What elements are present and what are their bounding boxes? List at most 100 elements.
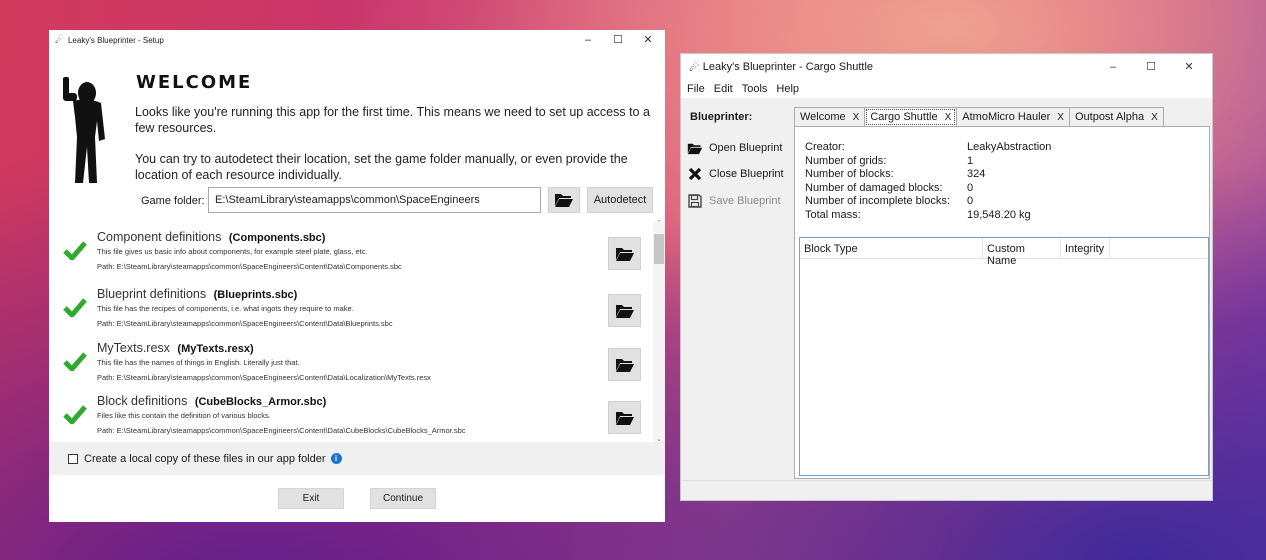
setup-window-title: Leaky's Blueprinter - Setup: [67, 35, 164, 45]
property-key: Creator:: [805, 141, 845, 153]
property-value: LeakyAbstraction: [967, 141, 1052, 153]
blueprinter-window-controls: – ☐ ✕: [1094, 57, 1208, 77]
scroll-up-arrow-icon[interactable]: ⌃: [653, 219, 665, 227]
resource-description: This file gives us basic info about comp…: [97, 247, 368, 256]
property-row: Number of incomplete blocks: 0: [805, 195, 1051, 209]
tab-outpost-alpha[interactable]: Outpost Alpha X: [1068, 107, 1164, 127]
folder-open-icon: [615, 304, 634, 318]
close-button[interactable]: ✕: [1170, 57, 1208, 77]
intro-text-2: You can try to autodetect their location…: [135, 152, 628, 182]
tab-welcome[interactable]: Welcome X: [794, 107, 866, 127]
checkmark-icon: [63, 352, 87, 371]
exit-button[interactable]: Exit: [278, 488, 344, 509]
tab-close-icon[interactable]: X: [1151, 112, 1158, 123]
blueprinter-window-title: Leaky's Blueprinter - Cargo Shuttle: [702, 61, 874, 73]
blueprint-properties: Creator: LeakyAbstraction Number of grids…: [805, 141, 1051, 222]
resource-description: This file has the names of things in Eng…: [97, 358, 300, 367]
info-icon[interactable]: i: [330, 453, 342, 464]
maximize-button[interactable]: ☐: [603, 30, 633, 50]
maximize-button[interactable]: ☐: [1132, 57, 1170, 77]
resource-description: This file has the recipes of components,…: [97, 304, 354, 313]
menu-tools[interactable]: Tools: [742, 83, 768, 95]
blueprinter-window: ☄ Leaky's Blueprinter - Cargo Shuttle – …: [680, 53, 1213, 501]
browse-resource-button[interactable]: [608, 401, 641, 434]
checkmark-icon: [63, 298, 87, 317]
browse-resource-button[interactable]: [608, 237, 641, 270]
property-row: Total mass: 19,548.20 kg: [805, 209, 1051, 223]
game-folder-input[interactable]: [208, 187, 541, 213]
astronaut-silhouette-icon: [63, 77, 105, 183]
local-copy-checkbox[interactable]: [68, 453, 78, 464]
column-header-custom-name[interactable]: Custom Name: [983, 238, 1061, 267]
resource-path: Path: E:\SteamLibrary\steamapps\common\S…: [97, 319, 393, 328]
resource-name: Blueprint definitions (Blueprints.sbc): [97, 287, 298, 301]
list-item: MyTexts.resx (MyTexts.resx) This file ha…: [49, 335, 653, 391]
tab-close-icon[interactable]: X: [945, 112, 952, 123]
resource-name: Block definitions (CubeBlocks_Armor.sbc): [97, 394, 327, 408]
status-bar: [681, 480, 1212, 500]
folder-open-icon: [615, 411, 634, 425]
property-key: Number of damaged blocks:: [805, 181, 943, 194]
menu-edit[interactable]: Edit: [714, 83, 733, 95]
column-header-block-type[interactable]: Block Type: [800, 238, 983, 258]
browse-resource-button[interactable]: [608, 294, 641, 327]
resource-name: Component definitions (Components.sbc): [97, 230, 326, 244]
browse-game-folder-button[interactable]: [548, 187, 580, 213]
list-item: Blueprint definitions (Blueprints.sbc) T…: [49, 281, 653, 337]
property-row: Creator: LeakyAbstraction: [805, 141, 1051, 155]
setup-window: ☄ Leaky's Blueprinter - Setup – ☐ ✕ WELC…: [49, 30, 665, 522]
property-value: 0: [967, 195, 974, 207]
tab-atmomicro-hauler[interactable]: AtmoMicro Hauler X: [956, 107, 1070, 127]
block-grid[interactable]: Block Type Custom Name Integrity: [799, 237, 1209, 476]
game-folder-label: Game folder:: [141, 195, 205, 207]
checkmark-icon: [63, 405, 87, 424]
blueprint-tabs: Welcome X Cargo Shuttle X AtmoMicro Hauler…: [794, 107, 1164, 127]
close-button[interactable]: ✕: [633, 30, 663, 50]
save-blueprint-button[interactable]: Save Blueprint: [685, 191, 781, 211]
minimize-button[interactable]: –: [573, 30, 603, 50]
floppy-disk-icon: [687, 193, 703, 209]
resource-description: Files like this contain the definition o…: [97, 411, 271, 420]
blueprint-panel: Creator: LeakyAbstraction Number of grids…: [794, 126, 1210, 479]
column-header-integrity[interactable]: Integrity: [1061, 238, 1110, 258]
folder-open-icon: [687, 140, 703, 156]
scrollbar-thumb[interactable]: [654, 234, 664, 264]
property-key: Number of blocks:: [805, 168, 894, 180]
resource-path: Path: E:\SteamLibrary\steamapps\common\S…: [97, 373, 431, 382]
folder-open-icon: [615, 358, 634, 372]
browse-resource-button[interactable]: [608, 348, 641, 381]
resource-path: Path: E:\SteamLibrary\steamapps\common\S…: [97, 426, 466, 435]
sidebar-title: Blueprinter:: [690, 111, 753, 123]
property-row: Number of blocks: 324: [805, 168, 1051, 182]
property-key: Number of incomplete blocks:: [805, 195, 950, 207]
continue-button[interactable]: Continue: [370, 488, 436, 509]
block-grid-header: Block Type Custom Name Integrity: [800, 238, 1208, 267]
list-item: Component definitions (Components.sbc) T…: [49, 224, 653, 280]
tab-cargo-shuttle[interactable]: Cargo Shuttle X: [864, 107, 958, 127]
open-blueprint-button[interactable]: Open Blueprint: [685, 138, 782, 158]
property-key: Number of grids:: [805, 154, 887, 167]
local-copy-label: Create a local copy of these files in ou…: [84, 452, 326, 465]
welcome-heading: WELCOME: [136, 72, 253, 93]
resource-list-scrollbar[interactable]: ⌃ ⌄: [653, 219, 665, 443]
tab-close-icon[interactable]: X: [1057, 112, 1064, 123]
property-value: 1: [967, 154, 974, 167]
menu-help[interactable]: Help: [776, 83, 799, 95]
property-row: Number of damaged blocks: 0: [805, 182, 1051, 196]
close-blueprint-button[interactable]: Close Blueprint: [685, 164, 784, 184]
folder-open-icon: [555, 194, 573, 207]
checkmark-icon: [63, 241, 87, 260]
local-copy-row: Create a local copy of these files in ou…: [49, 442, 665, 475]
property-value: 324: [967, 168, 986, 180]
setup-window-controls: – ☐ ✕: [573, 30, 663, 50]
property-row: Number of grids: 1: [805, 155, 1051, 169]
menu-file[interactable]: File: [687, 83, 705, 95]
property-value: 0: [967, 181, 974, 194]
app-logo-icon: ☄: [55, 34, 64, 46]
tab-close-icon[interactable]: X: [853, 112, 860, 123]
resource-path: Path: E:\SteamLibrary\steamapps\common\S…: [97, 262, 402, 271]
minimize-button[interactable]: –: [1094, 57, 1132, 77]
intro-text-1: Looks like you're running this app for t…: [135, 105, 650, 135]
autodetect-button[interactable]: Autodetect: [587, 187, 653, 213]
resource-list: Component definitions (Components.sbc) T…: [49, 219, 665, 443]
